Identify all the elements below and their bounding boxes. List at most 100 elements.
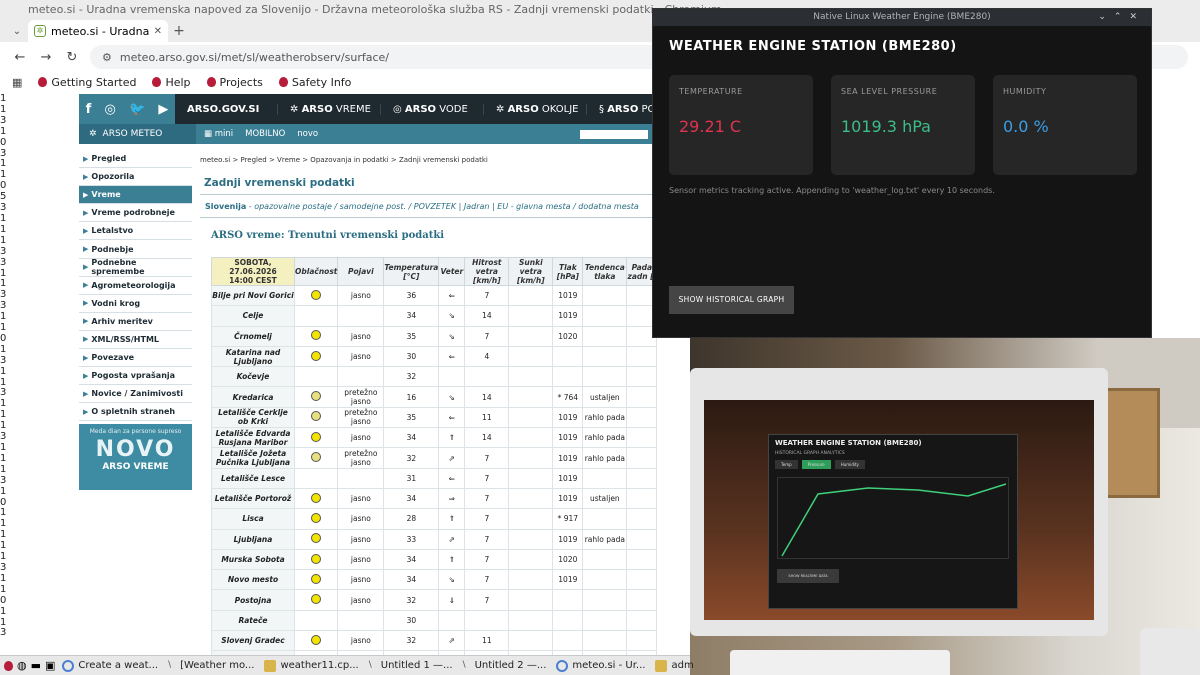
col-header: Tlak [hPa] (552, 257, 584, 286)
pressure-cell (552, 345, 584, 368)
divider (200, 194, 690, 195)
pressure-cell: 1019 (552, 487, 584, 510)
sun-icon (311, 533, 322, 544)
sidebar-item-podnebje[interactable]: ▶ Podnebje (79, 240, 192, 259)
close-tab-icon[interactable]: ✕ (154, 26, 162, 37)
bookmark-projects[interactable]: Projects (206, 76, 263, 89)
task-meteo-si[interactable]: meteo.si - Ur... (553, 659, 648, 672)
task-weather11-cpp[interactable]: weather11.cp... (261, 659, 361, 672)
bookmark-safety-info[interactable]: Safety Info (278, 76, 351, 89)
back-icon[interactable]: ← (12, 50, 28, 65)
reload-icon[interactable]: ↻ (64, 50, 80, 65)
nav-arso-okolje[interactable]: ✲ ARSO OKOLJE (484, 103, 587, 115)
description-cell: jasno (337, 427, 385, 449)
temperature-cell: 36 (383, 284, 440, 307)
sidebar-item-opozorila[interactable]: ▶ Opozorila (79, 168, 192, 187)
precip-cell (626, 609, 658, 632)
globe-icon[interactable]: ◍ (17, 658, 27, 674)
description-cell (337, 609, 385, 632)
photo-graph (777, 477, 1009, 559)
sidebar-item-novice[interactable]: ▶ Novice / Zanimivosti (79, 385, 192, 404)
sidebar-item-o-spletnih-straneh[interactable]: ▶ O spletnih straneh (79, 403, 192, 422)
instagram-icon[interactable]: ◎ (104, 102, 115, 117)
pressure-cell: 1020 (552, 325, 584, 347)
task-untitled-2[interactable]: \ Untitled 2 —... (460, 660, 550, 672)
sidebar-item-xml-rss-html[interactable]: ▶ XML/RSS/HTML (79, 331, 192, 350)
precip-cell (626, 508, 658, 530)
temperature-cell: 33 (383, 528, 440, 550)
wind-direction-cell: ⇒ (438, 487, 466, 510)
partly-cloudy-icon (311, 391, 322, 402)
facebook-icon[interactable]: f (86, 102, 92, 117)
sidebar-item-pogosta-vprasanja[interactable]: ▶ Pogosta vprašanja (79, 367, 192, 386)
novo-arso-vreme-promo[interactable]: Meda dian za persone supreso NOVO ARSO V… (79, 424, 192, 490)
wind-direction-cell: ⇗ (438, 630, 466, 652)
tab-list-icon[interactable]: ⌄ (6, 20, 28, 42)
new-tab-button[interactable]: + (168, 20, 190, 42)
terminal-icon[interactable]: ▣ (45, 658, 55, 674)
task-untitled-1[interactable]: \ Untitled 1 —... (366, 660, 456, 672)
site-info-icon[interactable]: ⚙ (102, 51, 112, 64)
bookmark-getting-started[interactable]: Getting Started (38, 76, 136, 89)
station-cell: Celje (211, 305, 295, 327)
cloud-cell (293, 447, 339, 469)
sidebar-item-arhiv-meritev[interactable]: ▶ Arhiv meritev (79, 313, 192, 331)
arso-meteo-logo[interactable]: ✲ ARSO METEO (79, 124, 196, 144)
sidebar-item-letalstvo[interactable]: ▶ Letalstvo (79, 222, 192, 241)
breadcrumb: meteo.si > Pregled > Vreme > Opazovanja … (200, 156, 488, 164)
sidebar-item-pregled[interactable]: ▶ Pregled (79, 150, 192, 169)
temperature-cell: 32 (383, 630, 440, 652)
pressure-cell (552, 630, 584, 652)
table-row: Celje 34 ⇘ 14 1019 (211, 305, 658, 327)
close-icon[interactable]: ✕ (1129, 12, 1145, 22)
gust-cell (508, 325, 554, 347)
subnav-novo[interactable]: novo (297, 129, 318, 139)
sidebar-item-podnebne-spremembe[interactable]: ▶ Podnebne spremembe (79, 258, 192, 277)
nav-arso-gov[interactable]: ARSO.GOV.SI (175, 103, 278, 115)
subnav-mini[interactable]: ▦ mini (204, 129, 233, 139)
table-row: Bilje pri Novi Gorici jasno 36 ⇐ 7 1019 (211, 284, 658, 307)
table-row: Letališče Jožeta Pučnika Ljubljana pretež… (211, 447, 658, 469)
raspberry-menu-icon[interactable] (4, 658, 13, 674)
wind-direction-cell (438, 609, 466, 632)
pressure-cell (552, 589, 584, 611)
sidebar-item-vodni-krog[interactable]: ▶ Vodni krog (79, 295, 192, 313)
task-adm[interactable]: adm (652, 659, 696, 672)
minimize-icon[interactable]: ⌄ (1098, 12, 1114, 22)
youtube-icon[interactable]: ▶ (158, 102, 168, 117)
show-historical-graph-button[interactable]: SHOW HISTORICAL GRAPH (669, 286, 794, 314)
station-heading: WEATHER ENGINE STATION (BME280) (669, 39, 957, 54)
bookmark-help[interactable]: Help (152, 76, 191, 89)
description-cell (337, 366, 385, 388)
station-cell: Slovenj Gradec (211, 630, 295, 652)
wind-direction-cell: ⇘ (438, 305, 466, 327)
wind-speed-cell: 7 (464, 447, 510, 469)
gust-cell (508, 345, 554, 368)
sidebar-item-povezave[interactable]: ▶ Povezave (79, 349, 192, 368)
nav-arso-vode[interactable]: ◎ ARSO VODE (381, 103, 484, 115)
twitter-icon[interactable]: 🐦 (129, 102, 145, 117)
sidebar-item-vreme-podrobneje[interactable]: ▶ Vreme podrobneje (79, 204, 192, 223)
wind-direction-cell: ⇐ (438, 467, 466, 489)
apps-grid-icon[interactable]: ▦ (12, 76, 22, 89)
pressure-cell: 1020 (552, 548, 584, 571)
cloud-cell (293, 305, 339, 327)
description-cell: jasno (337, 589, 385, 611)
raspberry-icon (206, 77, 216, 87)
folder-icon[interactable]: ▬ (31, 658, 41, 674)
nav-arso-vreme[interactable]: ✲ ARSO VREME (278, 103, 381, 115)
region-links[interactable]: Slovenija - opazovalne postaje / samodej… (205, 202, 639, 211)
weather-window-titlebar: Native Linux Weather Engine (BME280) ⌄⌃✕ (653, 9, 1151, 26)
subnav-mobilno[interactable]: MOBILNO (245, 129, 285, 139)
site-search-input[interactable] (580, 129, 648, 139)
sidebar-item-agrometeorologija[interactable]: ▶ Agrometeorologija (79, 277, 192, 295)
sidebar-item-vreme[interactable]: ▶ Vreme (79, 186, 192, 205)
maximize-icon[interactable]: ⌃ (1114, 12, 1130, 22)
station-cell: Murska Sobota (211, 548, 295, 571)
browser-tab[interactable]: ✲ meteo.si - Uradna vreme ✕ (28, 20, 168, 42)
task-weather-monitor[interactable]: \ [Weather mo... (165, 660, 257, 672)
weather-table-body: Bilje pri Novi Gorici jasno 36 ⇐ 7 1019 Celje 3… (211, 284, 658, 655)
forward-icon[interactable]: → (38, 50, 54, 65)
cloud-cell (293, 589, 339, 611)
task-create-weather[interactable]: Create a weat... (59, 659, 161, 672)
